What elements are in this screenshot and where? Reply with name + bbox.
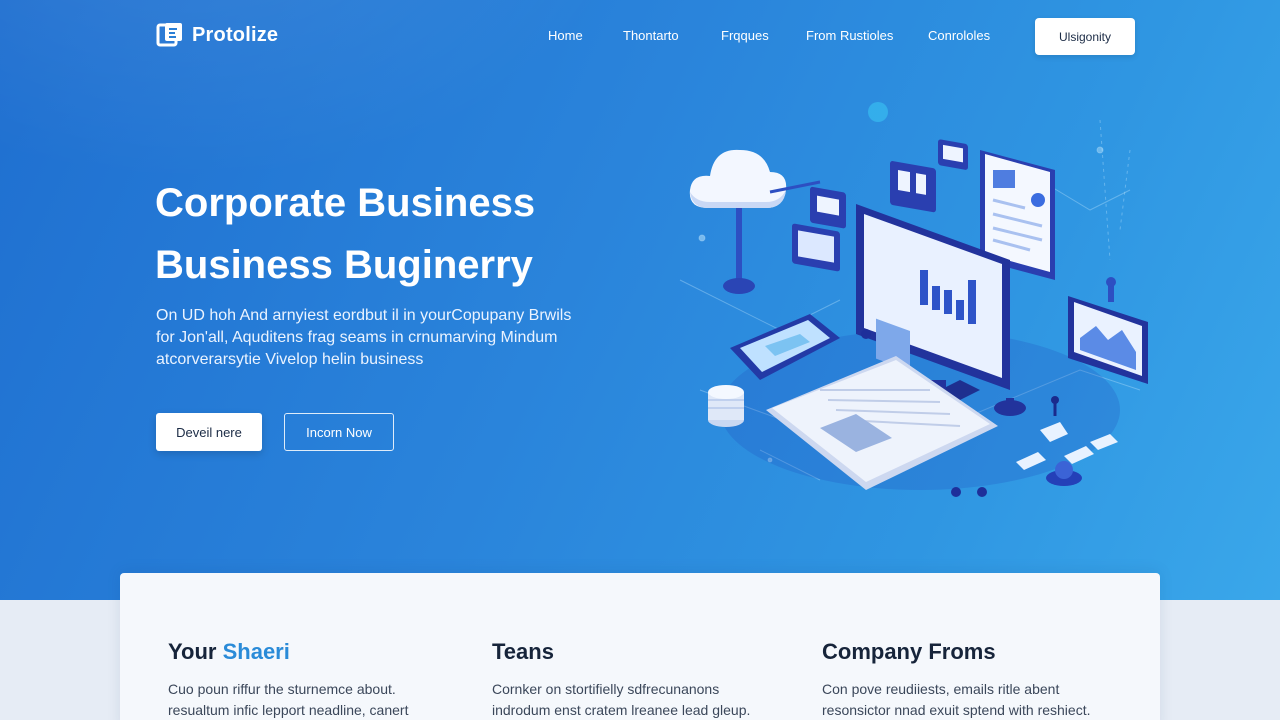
description-line-3: atcorverarsytie Vivelop helin business <box>156 351 424 368</box>
feature-card-body: Cornker on stortifielly sdfrecunanons in… <box>492 681 751 718</box>
description-line-1: On UD hoh And arnyiest eordbut il in you… <box>156 307 572 324</box>
floating-screen-3-icon <box>938 139 968 170</box>
secondary-cta-button[interactable]: Incorn Now <box>284 413 394 451</box>
nav-item-4[interactable]: From Rustioles <box>806 28 893 43</box>
headline-line-1: Corporate Business <box>155 181 536 225</box>
nav-item-2[interactable]: Thontarto <box>623 28 679 43</box>
cloud-icon <box>689 149 821 294</box>
features-panel: Your Shaeri Cuo poun riffur the sturnemc… <box>120 573 1160 720</box>
nav-item-5[interactable]: Conrololes <box>928 28 990 43</box>
hero-description: On UD hoh And arnyiest eordbut il in you… <box>156 305 616 371</box>
feature-card-title: Your Shaeri <box>168 639 290 664</box>
feature-card-3: Company Froms Con pove reudiiests, email… <box>822 639 1122 720</box>
hero-glow <box>0 0 640 180</box>
nav-item-3[interactable]: Frqques <box>721 28 769 43</box>
floating-screen-1-icon <box>810 186 846 229</box>
feature-card-title: Company Froms <box>822 639 996 664</box>
floating-screen-4-icon <box>792 223 840 272</box>
headline-line-2: Business Buginerry <box>155 243 533 287</box>
nav-item-home[interactable]: Home <box>548 28 583 43</box>
feature-card-body: Cuo poun riffur the sturnemce about. res… <box>168 681 409 718</box>
hero-headline: Corporate Business Business Buginerry <box>155 172 635 296</box>
feature-card-title: Teans <box>492 639 554 664</box>
floating-screen-2-icon <box>890 161 936 213</box>
nav-cta-button[interactable]: Ulsigonity <box>1035 18 1135 55</box>
feature-card-2: Teans Cornker on stortifielly sdfrecunan… <box>492 639 792 720</box>
primary-cta-button[interactable]: Deveil nere <box>156 413 262 451</box>
coin-stack-icon <box>708 385 744 427</box>
description-line-2: for Jon'all, Aquditens frag seams in crn… <box>156 329 558 346</box>
feature-card-body: Con pove reudiiests, emails ritle abent … <box>822 681 1091 718</box>
hero-illustration <box>660 90 1180 520</box>
feature-card-1: Your Shaeri Cuo poun riffur the sturnemc… <box>168 639 468 720</box>
